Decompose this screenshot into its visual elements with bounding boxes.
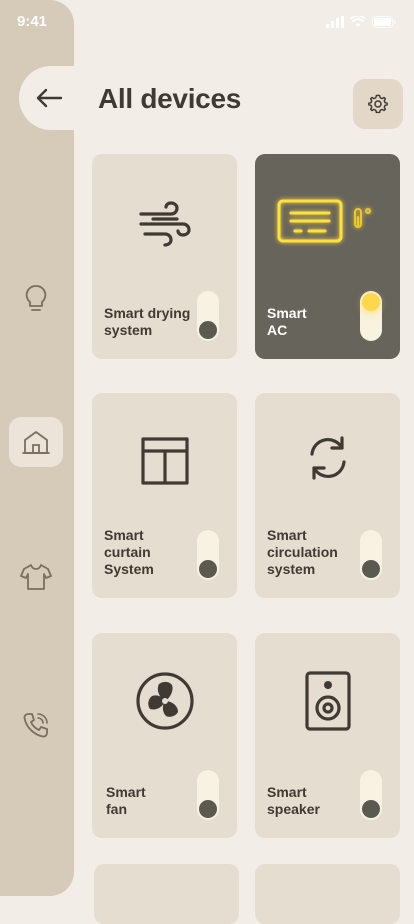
toggle-knob	[362, 560, 380, 578]
power-toggle[interactable]	[360, 530, 382, 580]
power-toggle[interactable]	[360, 770, 382, 820]
signal-icon	[326, 16, 344, 28]
power-toggle[interactable]	[197, 291, 219, 341]
wifi-icon	[350, 16, 366, 27]
phone-call-icon	[23, 713, 48, 738]
device-card-ac[interactable]: Smart AC	[255, 154, 400, 359]
tshirt-icon	[20, 564, 52, 590]
window-curtain-icon	[140, 437, 189, 485]
nav-home[interactable]	[9, 417, 63, 467]
back-button[interactable]	[19, 66, 75, 130]
device-label: Smart fan	[106, 784, 146, 817]
power-toggle[interactable]	[197, 530, 219, 580]
toggle-knob	[199, 321, 217, 339]
device-card-curtain[interactable]: Smart curtain System	[92, 393, 237, 598]
device-label: Smart curtain System	[104, 527, 154, 577]
device-card-fan[interactable]: Smart fan	[92, 633, 237, 838]
device-card-speaker[interactable]: Smart speaker	[255, 633, 400, 838]
device-card-partial[interactable]	[94, 864, 239, 924]
power-toggle[interactable]	[197, 770, 219, 820]
nav-clothes[interactable]	[9, 552, 63, 602]
refresh-cycle-icon	[309, 436, 346, 480]
battery-icon	[372, 16, 396, 28]
toggle-knob	[199, 560, 217, 578]
status-icons	[326, 16, 396, 28]
device-label: Smart drying system	[104, 305, 191, 338]
device-label: Smart AC	[267, 305, 307, 338]
fan-icon	[135, 672, 194, 730]
toggle-knob	[199, 800, 217, 818]
speaker-icon	[304, 671, 351, 731]
device-card-drying[interactable]: Smart drying system	[92, 154, 237, 359]
power-toggle[interactable]	[360, 291, 382, 341]
device-label: Smart speaker	[267, 784, 320, 817]
device-label: Smart circulation system	[267, 527, 338, 577]
settings-button[interactable]	[353, 79, 403, 129]
home-icon	[22, 431, 50, 454]
status-time: 9:41	[17, 13, 48, 30]
page-title: All devices	[98, 83, 242, 114]
air-conditioner-icon	[277, 199, 371, 243]
wind-icon	[138, 201, 191, 247]
nav-phone[interactable]	[9, 700, 63, 750]
gear-icon	[368, 94, 388, 114]
nav-light[interactable]	[9, 274, 63, 324]
arrow-left-icon	[36, 88, 63, 108]
toggle-knob	[362, 293, 380, 311]
device-card-circulation[interactable]: Smart circulation system	[255, 393, 400, 598]
toggle-knob	[362, 800, 380, 818]
lightbulb-icon	[25, 285, 47, 311]
device-card-partial[interactable]	[255, 864, 400, 924]
